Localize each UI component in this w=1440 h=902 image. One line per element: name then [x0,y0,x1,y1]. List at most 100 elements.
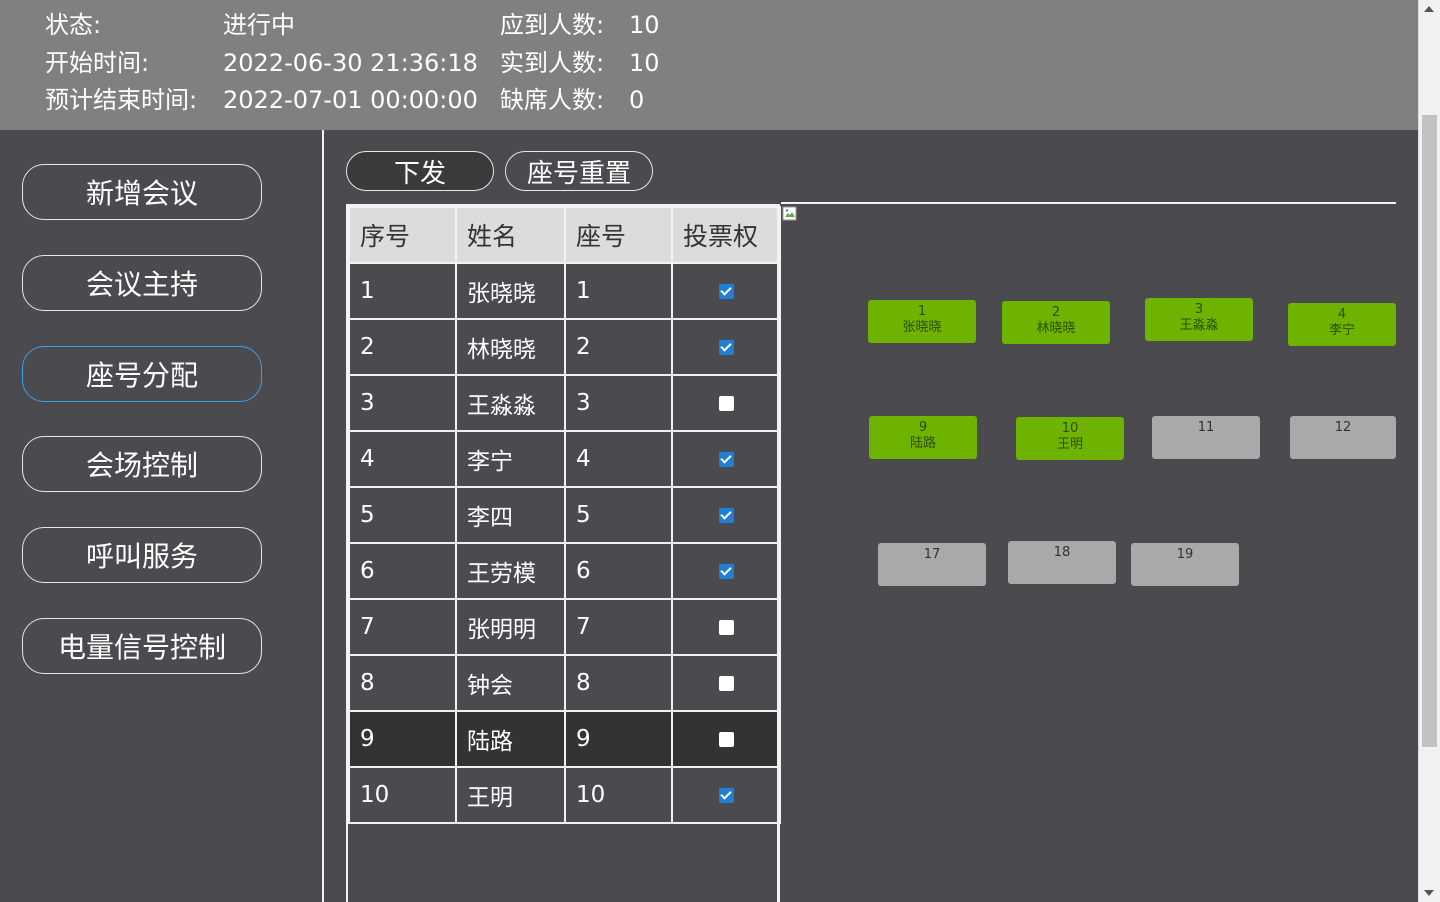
cell-vote [671,542,781,600]
table-row[interactable]: 6 王劳模 6 [348,542,781,600]
column-header-no[interactable]: 序号 [348,206,457,264]
seat-occupant-name: 林晓晓 [1036,321,1076,336]
table-row[interactable]: 9 陆路 9 [348,710,781,768]
nav-power-signal-button[interactable]: 电量信号控制 [22,618,262,674]
cell-no: 2 [348,318,457,376]
vote-checkbox[interactable] [718,788,734,803]
vote-checkbox[interactable] [718,340,734,355]
vote-checkbox[interactable] [718,564,734,579]
cell-name: 王淼淼 [455,374,566,432]
attendee-table-container: 序号 姓名 座号 投票权 1 张晓晓 1 2 林晓晓 2 3 王淼淼 3 4 李宁 4 5 李四 5 6 王劳模… [346,204,781,902]
nav-seat-assignment-button[interactable]: 座号分配 [22,346,262,402]
table-row[interactable]: 4 李宁 4 [348,430,781,488]
vote-checkbox[interactable] [718,676,734,691]
cell-no: 7 [348,598,457,656]
cell-seat: 5 [564,486,673,544]
cell-vote [671,318,781,376]
seat-2[interactable]: 2 林晓晓 [1002,301,1110,344]
scrollbar-thumb[interactable] [1422,115,1437,747]
end-time-label: 预计结束时间: [45,86,198,114]
seat-occupant-name: 王明 [1056,437,1083,452]
cell-vote [671,710,781,768]
actual-count-value: 10 [629,49,660,77]
table-row[interactable]: 8 钟会 8 [348,654,781,712]
cell-name: 张明明 [455,598,566,656]
table-row[interactable]: 2 林晓晓 2 [348,318,781,376]
cell-vote [671,598,781,656]
start-time-value: 2022-06-30 21:36:18 [223,49,478,77]
seat-number: 10 [1061,421,1079,436]
cell-seat: 4 [564,430,673,488]
seat-number: 2 [1051,305,1061,320]
seat-12[interactable]: 12 [1290,416,1396,459]
cell-seat: 3 [564,374,673,432]
seat-number: 17 [923,547,941,562]
seat-number: 11 [1197,420,1215,435]
nav-call-service-button[interactable]: 呼叫服务 [22,527,262,583]
expected-count-value: 10 [629,11,660,39]
seat-number: 1 [917,304,927,319]
seat-19[interactable]: 19 [1131,543,1239,586]
absent-count-value: 0 [629,86,645,114]
column-header-vote[interactable]: 投票权 [671,206,781,264]
table-row[interactable]: 5 李四 5 [348,486,781,544]
seat-occupant-name: 李宁 [1328,323,1355,338]
vote-checkbox[interactable] [718,732,734,747]
seat-17[interactable]: 17 [878,543,986,586]
vote-checkbox[interactable] [718,284,734,299]
seat-10[interactable]: 10 王明 [1016,417,1124,460]
seat-9[interactable]: 9 陆路 [869,416,977,459]
cell-vote [671,766,781,824]
cell-seat: 2 [564,318,673,376]
end-time-value: 2022-07-01 00:00:00 [223,86,478,114]
status-label: 状态: [45,11,102,39]
cell-vote [671,486,781,544]
column-header-seat[interactable]: 座号 [564,206,673,264]
seat-number: 12 [1334,420,1352,435]
cell-no: 1 [348,262,457,320]
page-scrollbar[interactable] [1418,0,1440,902]
cell-name: 王劳模 [455,542,566,600]
nav-meeting-host-button[interactable]: 会议主持 [22,255,262,311]
cell-vote [671,430,781,488]
status-header: 状态: 进行中 开始时间: 2022-06-30 21:36:18 预计结束时间… [0,0,1418,130]
scroll-up-icon[interactable] [1424,6,1434,12]
seat-map: 1 张晓晓 2 林晓晓 3 王淼淼 4 李宁 9 陆路 10 王明 11 12 17 18 19 [779,204,1396,902]
table-row[interactable]: 10 王明 10 [348,766,781,824]
vote-checkbox[interactable] [718,396,734,411]
actual-count-label: 实到人数: [500,49,605,77]
table-row[interactable]: 7 张明明 7 [348,598,781,656]
cell-name: 王明 [455,766,566,824]
cell-no: 4 [348,430,457,488]
cell-no: 9 [348,710,457,768]
cell-no: 8 [348,654,457,712]
expected-count-label: 应到人数: [500,11,605,39]
cell-name: 李宁 [455,430,566,488]
cell-seat: 1 [564,262,673,320]
seat-1[interactable]: 1 张晓晓 [868,300,976,343]
cell-no: 10 [348,766,457,824]
vote-checkbox[interactable] [718,508,734,523]
cell-name: 钟会 [455,654,566,712]
seat-number: 9 [918,420,928,435]
sidebar [0,130,322,902]
seat-reset-button[interactable]: 座号重置 [505,151,653,191]
seat-18[interactable]: 18 [1008,541,1116,584]
vote-checkbox[interactable] [718,452,734,467]
nav-venue-control-button[interactable]: 会场控制 [22,436,262,492]
status-value: 进行中 [223,11,295,39]
table-row[interactable]: 1 张晓晓 1 [348,262,781,320]
seat-4[interactable]: 4 李宁 [1288,303,1396,346]
column-header-name[interactable]: 姓名 [455,206,566,264]
seat-occupant-name: 王淼淼 [1179,318,1219,333]
scroll-down-icon[interactable] [1424,890,1434,896]
table-row[interactable]: 3 王淼淼 3 [348,374,781,432]
vote-checkbox[interactable] [718,620,734,635]
seat-11[interactable]: 11 [1152,416,1260,459]
seat-3[interactable]: 3 王淼淼 [1145,298,1253,341]
send-button[interactable]: 下发 [346,151,494,191]
seat-number: 19 [1176,547,1194,562]
nav-new-meeting-button[interactable]: 新增会议 [22,164,262,220]
seat-number: 4 [1337,307,1347,322]
start-time-label: 开始时间: [45,49,150,77]
